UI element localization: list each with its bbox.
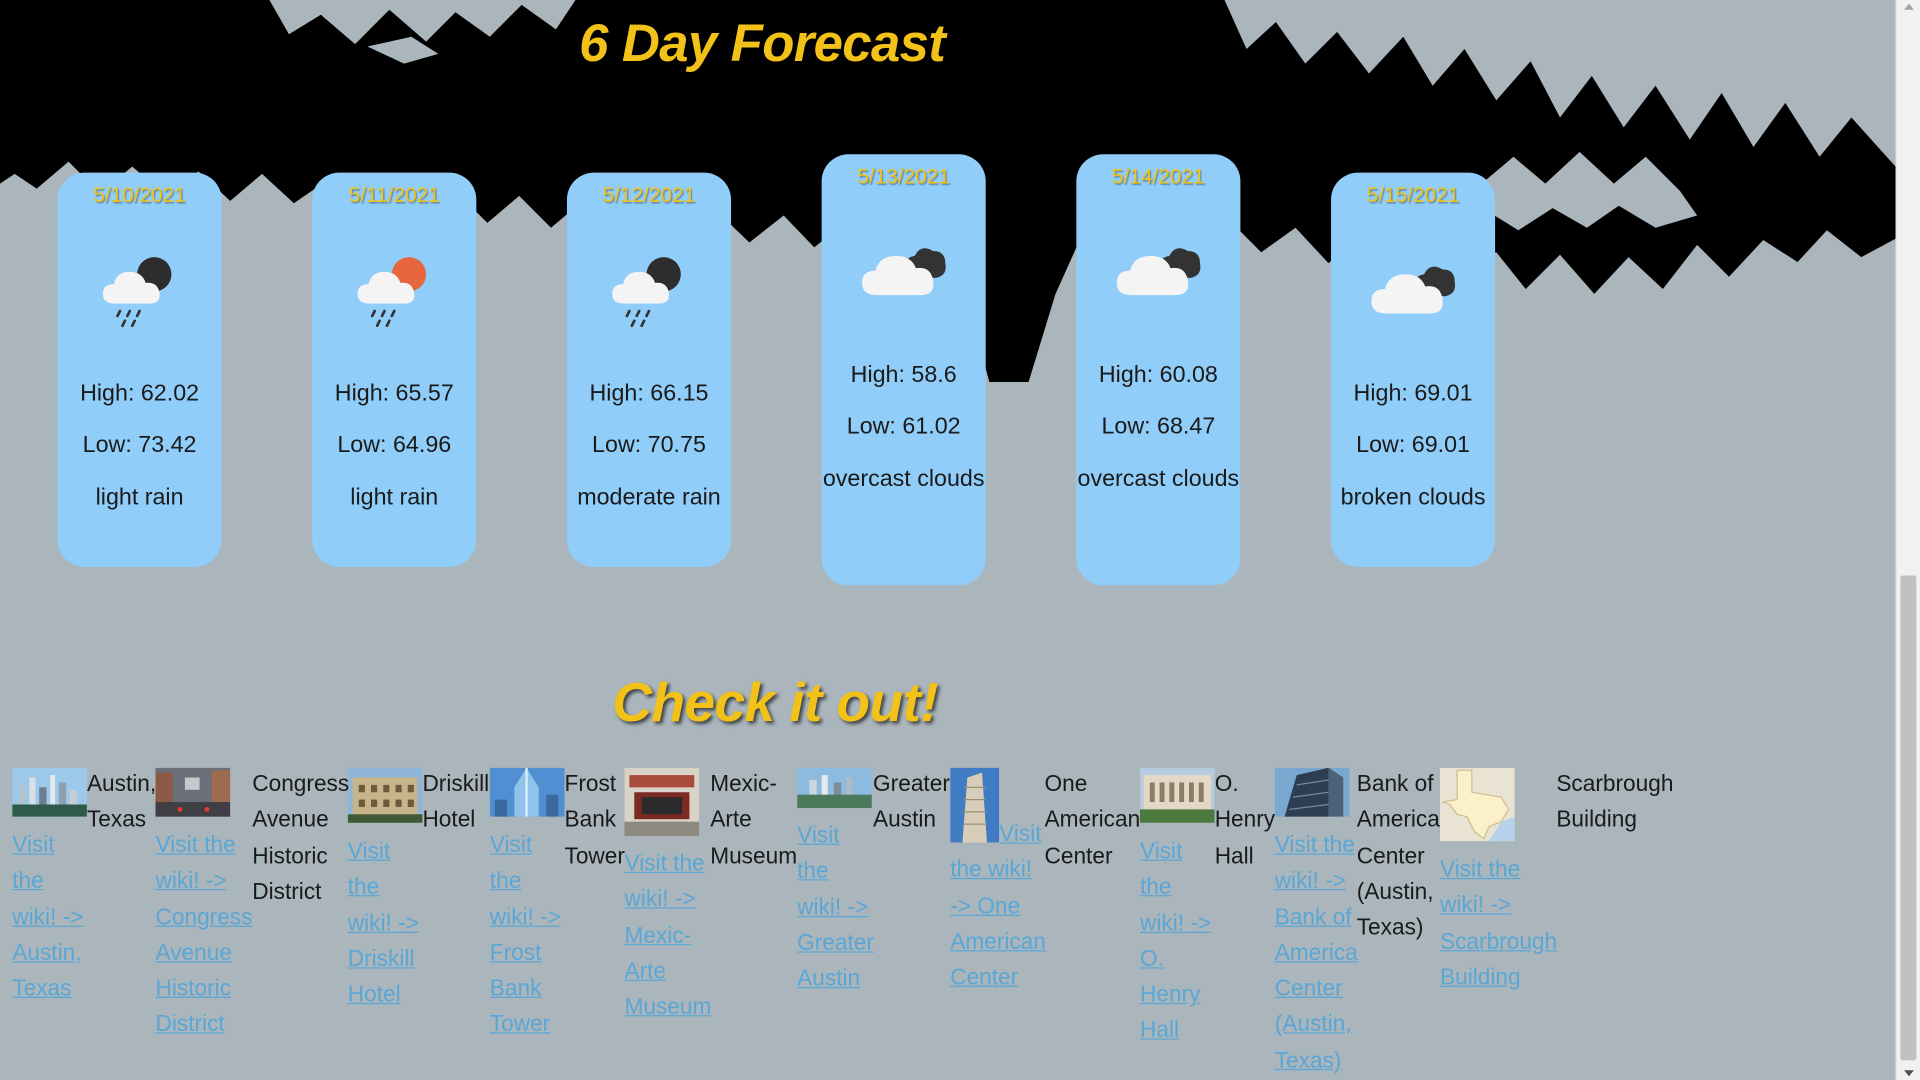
forecast-high: High: 62.02: [80, 380, 200, 407]
visit-wiki-link[interactable]: Visit the wiki! -> Congress Avenue Histo…: [156, 831, 253, 1036]
cloudy-icon: [862, 248, 946, 296]
place-name: Scarbrough Building: [1556, 770, 1674, 832]
place-name: Greater Austin: [873, 770, 950, 832]
forecast-low: Low: 68.47: [1101, 413, 1216, 440]
forecast-card: 5/14/2021 High: 60.08 Low: 68.47 overcas…: [1076, 154, 1241, 586]
place-wiki-link-container: Visit the wiki! -> Austin, Texas: [12, 827, 85, 1006]
forecast-date: 5/10/2021: [93, 183, 186, 207]
check-it-out-title: Check it out!: [612, 671, 938, 734]
rain-night-icon: [612, 257, 681, 328]
forecast-low: Low: 70.75: [592, 432, 706, 458]
visit-wiki-link[interactable]: Visit the wiki! -> One American Center: [950, 820, 1046, 989]
greater-austin-thumbnail: [797, 767, 872, 809]
texas-map-thumbnail: [1440, 767, 1515, 842]
vertical-scrollbar[interactable]: [1895, 0, 1920, 1080]
forecast-card: 5/12/2021 High: 66.15 Low: 70.75 moderat…: [566, 172, 732, 567]
forecast-high: High: 58.6: [850, 362, 957, 389]
congress-avenue-thumbnail: [155, 767, 231, 817]
forecast-description: moderate rain: [577, 484, 721, 511]
forecast-card: 5/11/2021 High: 65.57 Low: 64.96 light r…: [312, 172, 477, 567]
place-wiki-link-container: Visit the wiki! -> Scarbrough Building: [1440, 851, 1560, 994]
forecast-date: 5/14/2021: [1112, 165, 1205, 189]
forecast-high: High: 66.15: [589, 380, 709, 407]
forecast-high: High: 69.01: [1353, 380, 1473, 407]
place-wiki-link-container: Visit the wiki! -> Greater Austin: [797, 817, 874, 996]
visit-wiki-link[interactable]: Visit the wiki! -> O. Henry Hall: [1140, 838, 1211, 1043]
place-wiki-link-container: Visit the wiki! -> Frost Bank Tower: [490, 827, 563, 1042]
forecast-description: light rain: [350, 484, 439, 511]
place-wiki-link-container: Visit the wiki! -> Driskill Hotel: [348, 833, 421, 1012]
visit-wiki-link[interactable]: Visit the wiki! -> Driskill Hotel: [348, 838, 419, 1007]
visit-wiki-link[interactable]: Visit the wiki! -> Austin, Texas: [12, 831, 83, 1000]
forecast-description: overcast clouds: [1077, 466, 1240, 493]
visit-wiki-link[interactable]: Visit the wiki! -> Frost Bank Tower: [490, 831, 561, 1036]
place-wiki-link-container: Visit the wiki! -> One American Center: [950, 816, 1046, 995]
bank-of-america-center-thumbnail: [1274, 767, 1350, 817]
driskill-hotel-thumbnail: [347, 767, 423, 823]
place-name: One American Center: [1044, 770, 1141, 868]
forecast-low: Low: 61.02: [846, 413, 961, 440]
forecast-card: 5/15/2021 High: 69.01 Low: 69.01 broken …: [1331, 172, 1496, 567]
place-wiki-link-container: Visit the wiki! -> Congress Avenue Histo…: [156, 827, 254, 1042]
place-name: Mexic-Arte Museum: [710, 770, 798, 868]
place-name: Bank of America Center (Austin, Texas): [1356, 770, 1440, 940]
forecast-description: overcast clouds: [822, 466, 985, 493]
visit-wiki-link[interactable]: Visit the wiki! -> Greater Austin: [797, 822, 874, 991]
forecast-card: 5/13/2021 High: 58.6 Low: 61.02 overcast…: [821, 154, 986, 586]
place-wiki-link-container: Visit the wiki! -> Mexic-Arte Museum: [624, 845, 712, 1024]
cloudy-icon: [1116, 248, 1201, 296]
visit-wiki-link[interactable]: Visit the wiki! -> Bank of America Cente…: [1275, 831, 1358, 1072]
rain-day-icon: [357, 257, 427, 328]
o-henry-hall-thumbnail: [1140, 767, 1215, 823]
cloudy-icon: [1371, 266, 1456, 314]
forecast-title: 6 Day Forecast: [579, 14, 946, 74]
scroll-down-arrow-icon[interactable]: [1904, 1070, 1914, 1077]
forecast-high: High: 60.08: [1098, 362, 1218, 389]
rain-night-icon: [102, 257, 172, 328]
forecast-low: Low: 69.01: [1356, 432, 1470, 458]
visit-wiki-link[interactable]: Visit the wiki! -> Mexic-Arte Museum: [624, 850, 711, 1019]
forecast-date: 5/11/2021: [348, 183, 440, 207]
forecast-description: light rain: [95, 484, 184, 511]
place-wiki-link-container: Visit the wiki! -> O. Henry Hall: [1140, 833, 1213, 1048]
visit-wiki-link[interactable]: Visit the wiki! -> Scarbrough Building: [1440, 856, 1557, 989]
forecast-low: Low: 73.42: [82, 432, 197, 458]
scrollbar-thumb[interactable]: [1900, 575, 1917, 1061]
place-name: O. Henry Hall: [1214, 770, 1276, 868]
austin-skyline-thumbnail: [12, 767, 87, 817]
place-name: Congress Avenue Historic District: [252, 770, 350, 904]
place-name: Driskill Hotel: [422, 770, 490, 832]
forecast-low: Low: 64.96: [337, 432, 452, 458]
place-name: Frost Bank Tower: [564, 770, 625, 868]
forecast-high: High: 65.57: [334, 380, 454, 407]
frost-bank-tower-thumbnail: [489, 767, 565, 817]
place-name: Austin, Texas: [86, 770, 157, 832]
forecast-description: broken clouds: [1340, 484, 1486, 511]
scroll-up-arrow-icon[interactable]: [1904, 3, 1914, 10]
forecast-date: 5/12/2021: [602, 183, 696, 207]
forecast-card: 5/10/2021 High: 62.02 Low: 73.42 light r…: [57, 172, 222, 567]
forecast-date: 5/15/2021: [1366, 183, 1460, 207]
forecast-date: 5/13/2021: [857, 165, 950, 189]
place-wiki-link-container: Visit the wiki! -> Bank of America Cente…: [1275, 827, 1358, 1078]
mexic-arte-museum-thumbnail: [624, 767, 700, 837]
